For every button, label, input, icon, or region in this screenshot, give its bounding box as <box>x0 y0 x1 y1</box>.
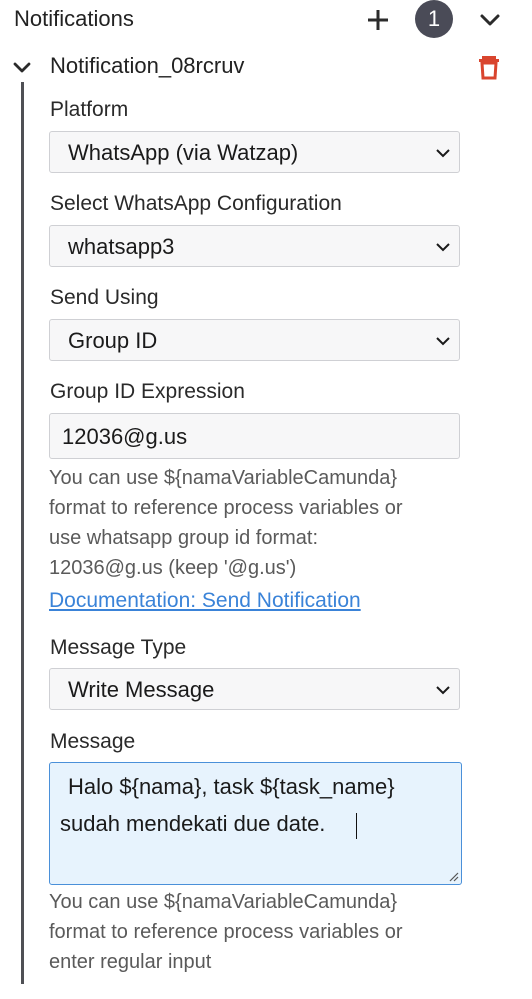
send-using-label: Send Using <box>50 286 159 309</box>
delete-notification-button[interactable] <box>476 53 502 81</box>
message-help: You can use ${namaVariableCamunda} forma… <box>49 887 469 977</box>
chevron-down-icon <box>480 14 500 26</box>
chevron-down-icon <box>436 337 450 346</box>
message-type-label: Message Type <box>50 636 187 659</box>
send-using-value: Group ID <box>68 328 158 353</box>
message-textarea[interactable]: Halo ${nama}, task ${task_name} sudah me… <box>49 762 462 885</box>
chevron-down-icon <box>436 149 450 158</box>
configuration-label: Select WhatsApp Configuration <box>50 192 342 215</box>
help-line: use whatsapp group id format: <box>49 527 319 549</box>
resize-grip-icon[interactable] <box>447 870 459 882</box>
platform-select[interactable]: WhatsApp (via Watzap) <box>49 131 460 173</box>
message-type-select[interactable]: Write Message <box>49 668 460 710</box>
configuration-value: whatsapp3 <box>68 234 175 259</box>
chevron-down-icon <box>436 686 450 695</box>
group-id-label: Group ID Expression <box>50 380 245 403</box>
plus-icon <box>368 10 388 30</box>
message-type-value: Write Message <box>68 677 215 702</box>
help-line: 12036@g.us (keep '@g.us') <box>49 557 297 579</box>
notification-item-title: Notification_08rcruv <box>50 53 245 78</box>
trash-icon <box>479 56 499 80</box>
item-guide-line <box>21 82 24 984</box>
add-notification-button[interactable] <box>364 6 392 34</box>
help-line: format to reference process variables or <box>49 497 403 519</box>
platform-label: Platform <box>50 98 129 121</box>
help-line: You can use ${namaVariableCamunda} <box>49 891 398 913</box>
group-id-input[interactable]: 12036@g.us <box>49 413 460 459</box>
message-line: sudah mendekati due date. <box>60 811 326 836</box>
configuration-select[interactable]: whatsapp3 <box>49 225 460 267</box>
documentation-link[interactable]: Documentation: Send Notification <box>49 588 361 614</box>
collapse-section-button[interactable] <box>476 6 504 34</box>
group-id-help: You can use ${namaVariableCamunda} forma… <box>49 463 469 583</box>
send-using-select[interactable]: Group ID <box>49 319 460 361</box>
group-id-value: 12036@g.us <box>62 424 188 449</box>
platform-value: WhatsApp (via Watzap) <box>68 140 299 165</box>
help-line: enter regular input <box>49 951 212 973</box>
notification-count-badge: 1 <box>415 0 453 38</box>
help-line: You can use ${namaVariableCamunda} <box>49 467 398 489</box>
help-line: format to reference process variables or <box>49 921 403 943</box>
message-line: Halo ${nama}, task ${task_name} <box>68 774 395 799</box>
notifications-header: Notifications 1 <box>0 0 532 40</box>
section-title: Notifications <box>14 6 134 31</box>
chevron-down-icon <box>436 243 450 252</box>
message-label: Message <box>50 730 136 753</box>
chevron-down-icon <box>13 62 31 73</box>
toggle-item-button[interactable] <box>11 57 33 79</box>
text-caret <box>356 813 357 839</box>
